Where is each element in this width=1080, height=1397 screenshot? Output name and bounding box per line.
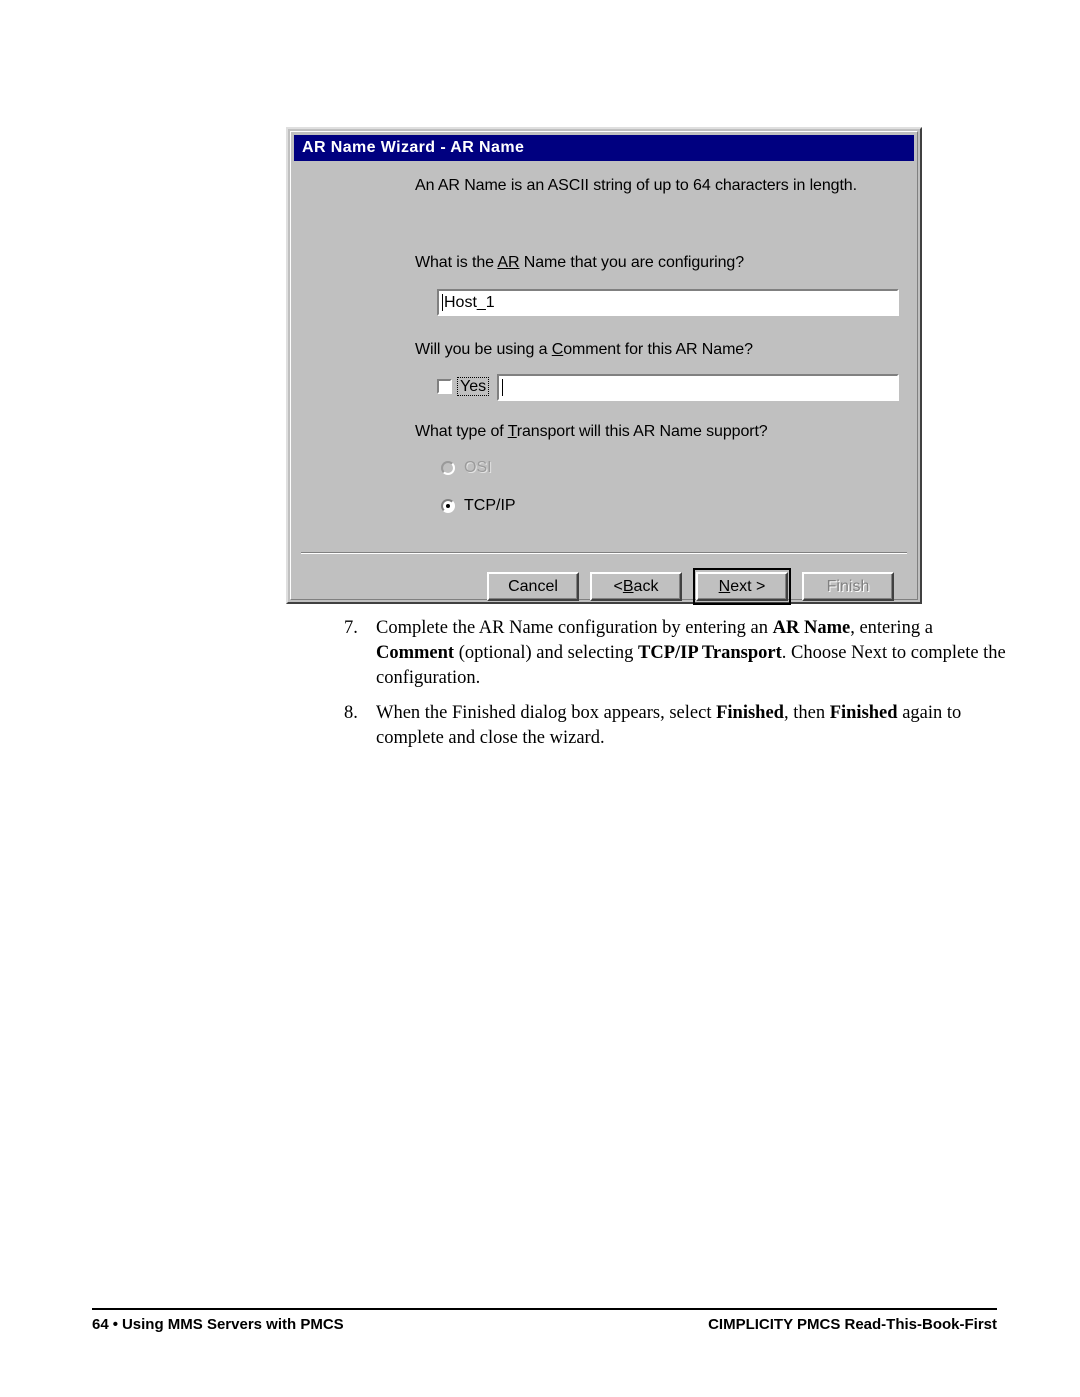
step-text: When the Finished dialog box appears, se… (376, 701, 1014, 751)
radio-option-tcpip[interactable]: TCP/IP (441, 497, 516, 515)
radio-label-osi: OSI (464, 459, 492, 476)
dialog-button-row: Cancel < Back Next > Finish (487, 568, 894, 605)
ar-name-question-accel: AR (497, 254, 520, 271)
instruction-list: 7. Complete the AR Name configuration by… (344, 616, 1014, 761)
radio-option-osi: OSI (441, 459, 492, 477)
plain-text: (optional) and selecting (454, 643, 639, 663)
radio-circle-icon-tcpip[interactable] (441, 499, 455, 513)
step-number: 7. (344, 618, 358, 638)
comment-question-pre: Will you be using a (415, 341, 552, 358)
transport-question-pre: What type of (415, 423, 508, 440)
checkbox-box-icon[interactable] (437, 379, 452, 394)
page-footer: 64 • Using MMS Servers with PMCS CIMPLICIT… (92, 1316, 997, 1333)
comment-input[interactable] (497, 374, 899, 401)
footer-bullet-icon: • (112, 1316, 118, 1333)
comment-yes-checkbox[interactable]: Yes (437, 377, 490, 396)
next-button[interactable]: Next > (696, 572, 788, 601)
step-number: 8. (344, 703, 358, 723)
comment-question-accel: C (551, 341, 564, 358)
emphasis-text: TCP/IP Transport (638, 643, 782, 663)
back-button-post: ack (633, 577, 659, 595)
list-item: 8. When the Finished dialog box appears,… (344, 701, 1014, 751)
emphasis-text: Finished (716, 703, 784, 723)
ar-name-wizard-dialog: AR Name Wizard - AR Name An AR Name is a… (286, 127, 922, 605)
plain-text: When the Finished dialog box appears, se… (376, 703, 717, 723)
plain-text: , then (783, 703, 830, 723)
next-button-post: ext > (730, 577, 766, 595)
emphasis-text: Comment (376, 643, 455, 663)
button-row-separator (301, 552, 907, 554)
next-button-default-frame: Next > (693, 568, 791, 605)
intro-text: An AR Name is an ASCII string of up to 6… (415, 177, 857, 194)
radio-circle-icon-osi (441, 461, 455, 475)
back-button-pre: < (613, 577, 623, 595)
back-button[interactable]: < Back (590, 572, 682, 601)
dialog-title-bar: AR Name Wizard - AR Name (294, 135, 914, 161)
plain-text: Complete the AR Name configuration by en… (376, 618, 773, 638)
transport-question-post: ransport will this AR Name support? (516, 423, 768, 440)
ar-name-question-post: Name that you are configuring? (519, 254, 745, 271)
ar-name-input[interactable]: Host_1 (437, 289, 899, 316)
transport-question-accel: T (507, 423, 517, 440)
footer-page-number: 64 (92, 1316, 109, 1333)
radio-label-tcpip[interactable]: TCP/IP (464, 497, 516, 515)
ar-name-question-label: What is the AR Name that you are configu… (415, 254, 744, 272)
ar-name-input-value: Host_1 (444, 293, 495, 311)
step-text: Complete the AR Name configuration by en… (376, 616, 1014, 691)
dialog-title: AR Name Wizard - AR Name (302, 139, 525, 156)
emphasis-text: Finished (829, 703, 898, 723)
comment-yes-label[interactable]: Yes (457, 377, 490, 396)
comment-question-label: Will you be using a Comment for this AR … (415, 341, 753, 359)
emphasis-text: AR Name (772, 618, 851, 638)
footer-left-title: Using MMS Servers with PMCS (121, 1316, 344, 1333)
ar-name-question-pre: What is the (415, 254, 498, 271)
footer-left: 64 • Using MMS Servers with PMCS (92, 1316, 344, 1333)
next-button-accel: N (718, 577, 731, 595)
dialog-inner-frame: AR Name Wizard - AR Name An AR Name is a… (290, 131, 918, 605)
back-button-accel: B (622, 577, 634, 595)
comment-caret (502, 379, 503, 396)
finish-button: Finish (802, 572, 894, 601)
transport-question-label: What type of Transport will this AR Name… (415, 423, 768, 441)
plain-text: , entering a (850, 618, 933, 638)
comment-question-post: omment for this AR Name? (563, 341, 753, 358)
footer-divider (92, 1308, 997, 1310)
cancel-button[interactable]: Cancel (487, 572, 579, 601)
footer-right-title: CIMPLICITY PMCS Read-This-Book-First (708, 1316, 997, 1333)
list-item: 7. Complete the AR Name configuration by… (344, 616, 1014, 691)
